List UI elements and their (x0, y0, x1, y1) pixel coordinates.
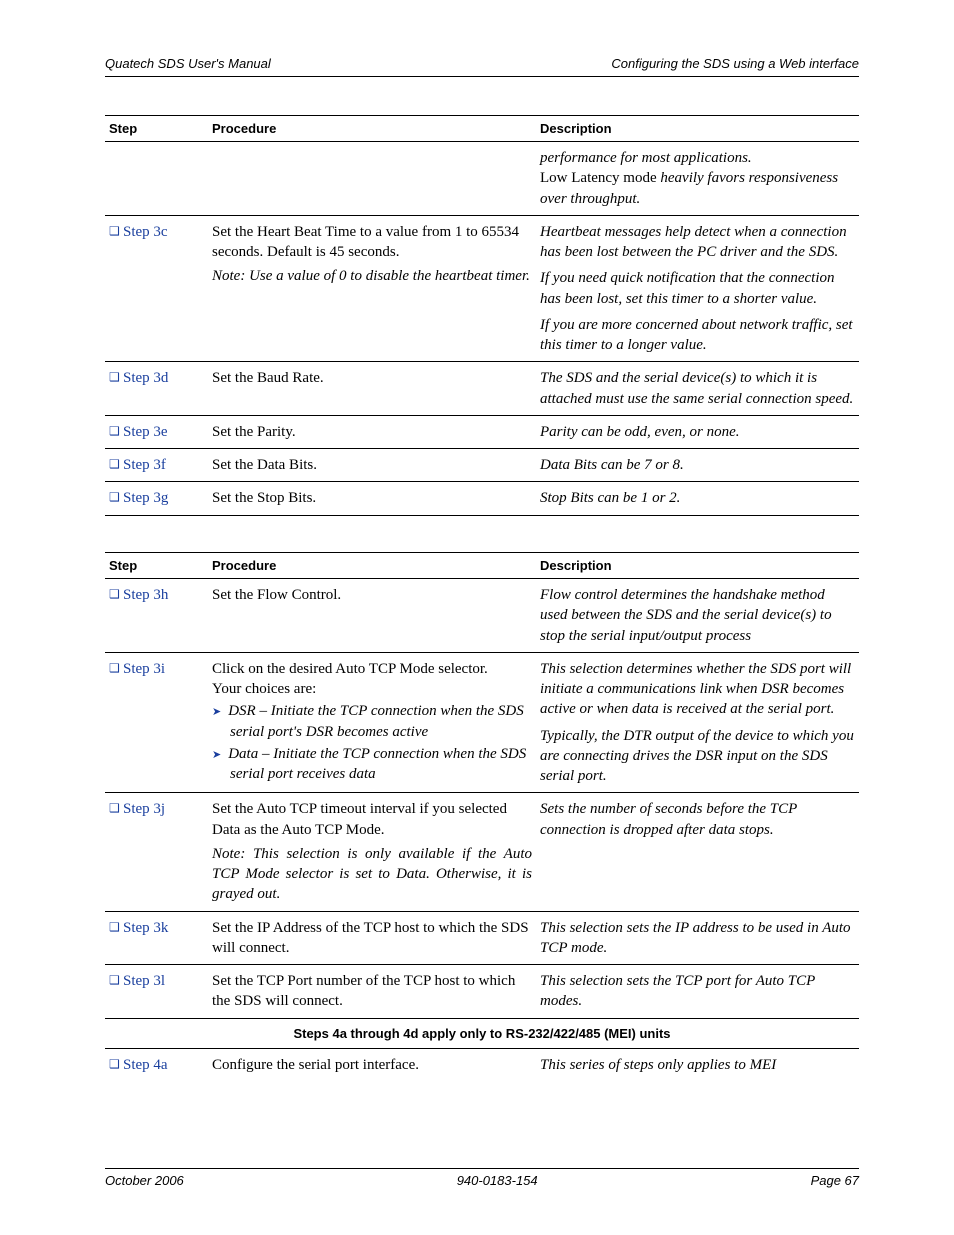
desc-text: Sets the number of seconds before the TC… (540, 801, 797, 837)
table-row: ❑Step 3d Set the Baud Rate. The SDS and … (105, 362, 859, 416)
header-right: Configuring the SDS using a Web interfac… (611, 55, 859, 73)
desc-text: This selection determines whether the SD… (540, 661, 851, 718)
table-row: ❑Step 3k Set the IP Address of the TCP h… (105, 911, 859, 965)
footer-center: 940-0183-154 (457, 1172, 538, 1190)
desc-text: This selection sets the TCP port for Aut… (540, 973, 815, 1009)
checkbox-icon: ❑ (109, 369, 123, 385)
checkbox-icon: ❑ (109, 1056, 123, 1072)
desc-text: Flow control determines the handshake me… (540, 587, 832, 644)
step-label: Step 3e (123, 424, 168, 440)
table-row: ❑Step 3c Set the Heart Beat Time to a va… (105, 215, 859, 362)
procedure-text: Configure the serial port interface. (212, 1057, 419, 1073)
procedure-note: Note: This selection is only available i… (212, 844, 532, 905)
step-label: Step 3g (123, 490, 168, 506)
step-label: Step 3c (123, 224, 168, 240)
table-row: ❑Step 3j Set the Auto TCP timeout interv… (105, 793, 859, 911)
table-row: ❑Step 3h Set the Flow Control. Flow cont… (105, 579, 859, 653)
procedure-text: Set the IP Address of the TCP host to wh… (212, 920, 529, 956)
checkbox-icon: ❑ (109, 586, 123, 602)
col-step: Step (105, 115, 208, 142)
table-row: ❑Step 3l Set the TCP Port number of the … (105, 965, 859, 1019)
checkbox-icon: ❑ (109, 800, 123, 816)
step-label: Step 3d (123, 370, 168, 386)
page-footer: October 2006 940-0183-154 Page 67 (105, 1168, 859, 1190)
footer-right: Page 67 (811, 1172, 859, 1190)
procedure-text: Set the Baud Rate. (212, 370, 324, 386)
desc-text: Low Latency mode (540, 170, 660, 186)
desc-text: Data Bits can be 7 or 8. (540, 457, 684, 473)
procedure-text: Set the Parity. (212, 424, 296, 440)
checkbox-icon: ❑ (109, 456, 123, 472)
procedure-text: Your choices are: (212, 681, 316, 697)
table-row: ❑Step 3g Set the Stop Bits. Stop Bits ca… (105, 482, 859, 515)
procedure-text: Click on the desired Auto TCP Mode selec… (212, 661, 488, 677)
table-row: ❑Step 4a Configure the serial port inter… (105, 1049, 859, 1082)
procedure-text: Set the Data Bits. (212, 457, 317, 473)
col-step: Step (105, 552, 208, 579)
document-page: Quatech SDS User's Manual Configuring th… (0, 0, 954, 1235)
page-header: Quatech SDS User's Manual Configuring th… (105, 55, 859, 77)
table-row: performance for most applications. Low L… (105, 142, 859, 216)
section-note: Steps 4a through 4d apply only to RS-232… (105, 1018, 859, 1049)
procedure-text: Set the Heart Beat Time to a value from … (212, 224, 519, 260)
desc-text: Heartbeat messages help detect when a co… (540, 224, 847, 260)
desc-text: Parity can be odd, even, or none. (540, 424, 740, 440)
list-item: DSR – Initiate the TCP connection when t… (230, 701, 532, 742)
table-row: ❑Step 3i Click on the desired Auto TCP M… (105, 652, 859, 793)
col-procedure: Procedure (208, 552, 536, 579)
col-procedure: Procedure (208, 115, 536, 142)
col-description: Description (536, 552, 859, 579)
desc-text: Typically, the DTR output of the device … (540, 728, 854, 785)
col-description: Description (536, 115, 859, 142)
desc-text: If you need quick notification that the … (540, 270, 835, 306)
footer-left: October 2006 (105, 1172, 184, 1190)
procedure-text: Set the Stop Bits. (212, 490, 316, 506)
procedure-table-1: Step Procedure Description performance f… (105, 115, 859, 516)
step-label: Step 3i (123, 661, 165, 677)
step-label: Step 4a (123, 1057, 168, 1073)
checkbox-icon: ❑ (109, 972, 123, 988)
checkbox-icon: ❑ (109, 489, 123, 505)
procedure-text: Set the Flow Control. (212, 587, 341, 603)
desc-text: Stop Bits can be 1 or 2. (540, 490, 680, 506)
desc-text: This series of steps only applies to MEI (540, 1057, 776, 1073)
procedure-text: Set the Auto TCP timeout interval if you… (212, 801, 507, 837)
step-label: Step 3k (123, 920, 168, 936)
step-label: Step 3f (123, 457, 166, 473)
checkbox-icon: ❑ (109, 660, 123, 676)
checkbox-icon: ❑ (109, 223, 123, 239)
table-row: ❑Step 3e Set the Parity. Parity can be o… (105, 415, 859, 448)
procedure-table-2: Step Procedure Description ❑Step 3h Set … (105, 552, 859, 1082)
desc-text: The SDS and the serial device(s) to whic… (540, 370, 853, 406)
table-row: ❑Step 3f Set the Data Bits. Data Bits ca… (105, 449, 859, 482)
checkbox-icon: ❑ (109, 919, 123, 935)
procedure-note: Note: Use a value of 0 to disable the he… (212, 268, 530, 284)
list-item: Data – Initiate the TCP connection when … (230, 744, 532, 785)
step-label: Step 3l (123, 973, 165, 989)
desc-text: This selection sets the IP address to be… (540, 920, 851, 956)
procedure-text: Set the TCP Port number of the TCP host … (212, 973, 515, 1009)
desc-text: If you are more concerned about network … (540, 317, 853, 353)
option-list: DSR – Initiate the TCP connection when t… (212, 701, 532, 784)
step-label: Step 3j (123, 801, 165, 817)
header-left: Quatech SDS User's Manual (105, 55, 271, 73)
desc-text: performance for most applications. (540, 150, 752, 166)
section-note-row: Steps 4a through 4d apply only to RS-232… (105, 1018, 859, 1049)
step-label: Step 3h (123, 587, 168, 603)
checkbox-icon: ❑ (109, 423, 123, 439)
